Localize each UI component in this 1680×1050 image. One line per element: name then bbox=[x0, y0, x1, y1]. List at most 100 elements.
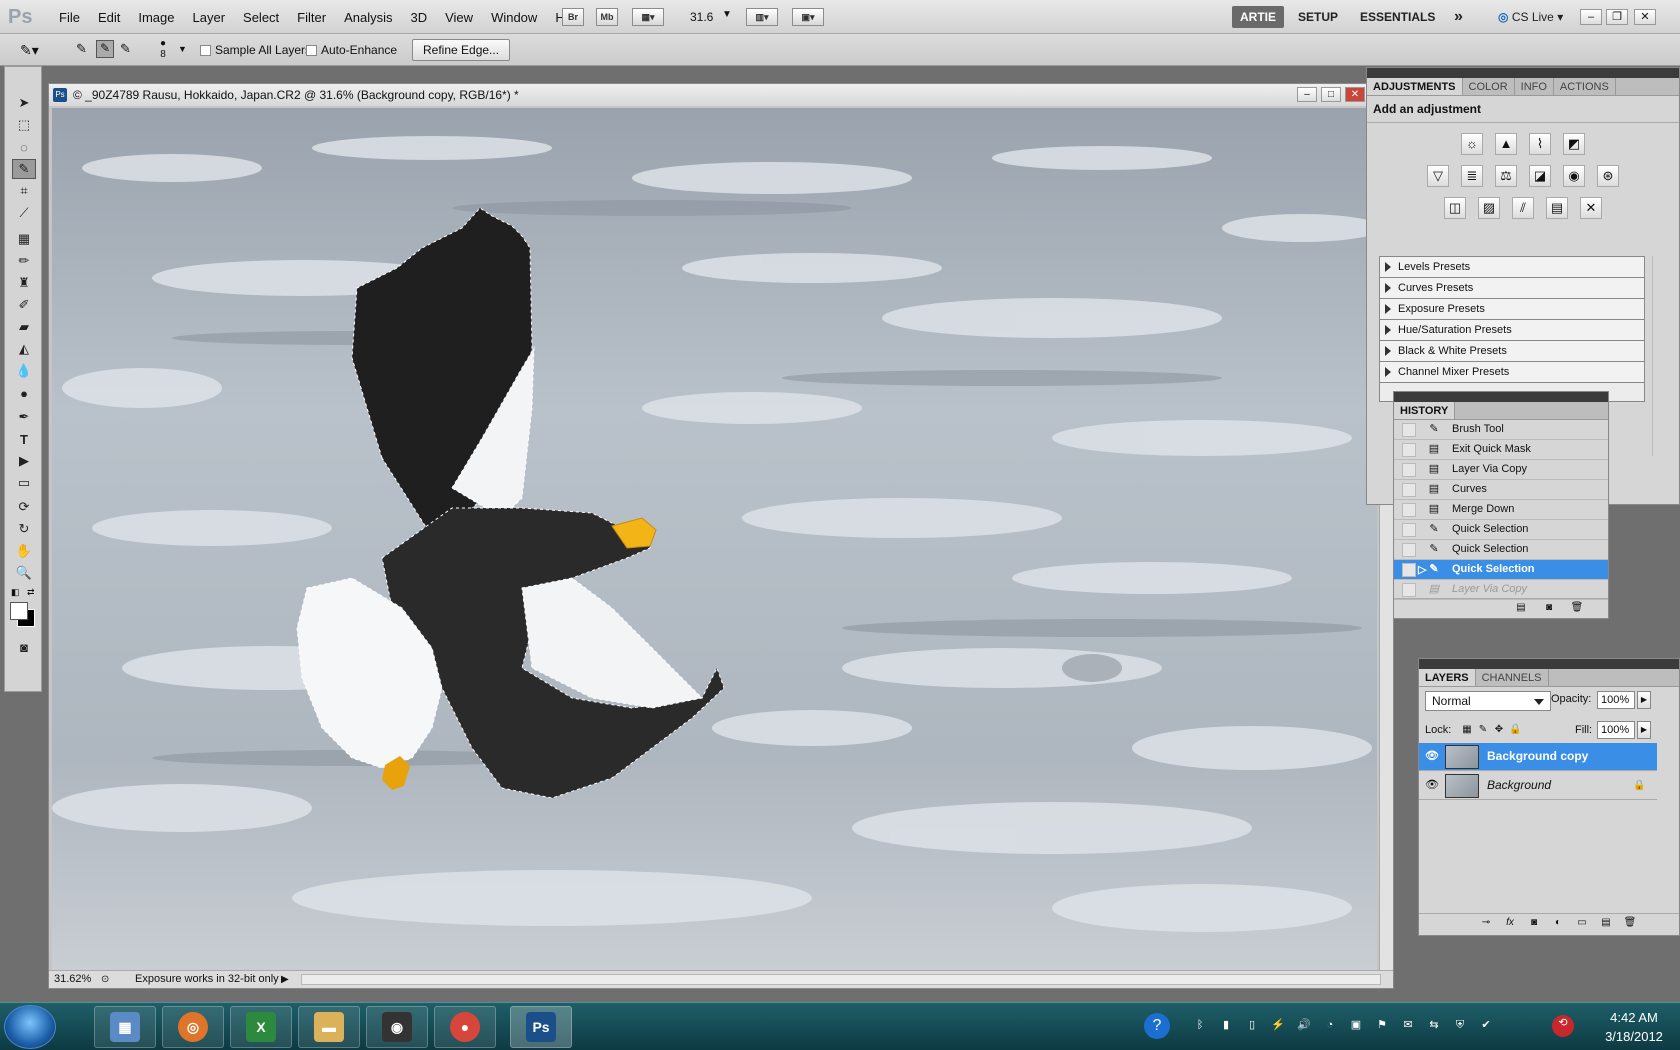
posterize-icon[interactable]: ▨ bbox=[1478, 197, 1500, 219]
tab-adjustments[interactable]: ADJUSTMENTS bbox=[1367, 78, 1463, 95]
start-button[interactable] bbox=[4, 1005, 56, 1049]
paint-bucket-tool-icon[interactable]: ◭ bbox=[12, 339, 36, 359]
menu-select[interactable]: Select bbox=[234, 10, 288, 25]
message-icon[interactable]: ✉ bbox=[1400, 1017, 1416, 1033]
add-to-selection-icon[interactable]: ✎ bbox=[96, 40, 114, 58]
history-item[interactable]: ✎ Quick Selection bbox=[1394, 520, 1608, 540]
auto-enhance-checkbox[interactable]: Auto-Enhance bbox=[306, 43, 397, 57]
photo-filter-icon[interactable]: ◉ bbox=[1563, 165, 1585, 187]
history-item[interactable]: ▤ Curves bbox=[1394, 480, 1608, 500]
preset-hue-saturation[interactable]: Hue/Saturation Presets bbox=[1380, 320, 1644, 341]
doc-maximize-button[interactable]: □ bbox=[1321, 87, 1341, 102]
snapshot-box[interactable] bbox=[1402, 523, 1416, 537]
layer-row[interactable]: 👁 Background copy bbox=[1419, 743, 1657, 771]
help-icon[interactable]: ? bbox=[1144, 1013, 1170, 1039]
history-item[interactable]: ▤ Exit Quick Mask bbox=[1394, 440, 1608, 460]
preset-channel-mixer[interactable]: Channel Mixer Presets bbox=[1380, 362, 1644, 383]
minimize-button[interactable]: – bbox=[1580, 9, 1602, 25]
layer-name[interactable]: Background bbox=[1487, 772, 1551, 799]
preset-levels[interactable]: Levels Presets bbox=[1380, 257, 1644, 278]
close-button[interactable]: ✕ bbox=[1634, 9, 1656, 25]
power-plug-icon[interactable]: ⚡ bbox=[1270, 1017, 1286, 1033]
levels-icon[interactable]: ▲ bbox=[1495, 133, 1517, 155]
volume-icon[interactable]: 🔊 bbox=[1296, 1017, 1312, 1033]
zoom-dropdown-icon[interactable]: ▼ bbox=[722, 9, 732, 20]
blur-tool-icon[interactable]: 💧 bbox=[12, 361, 36, 381]
type-tool-icon[interactable]: T bbox=[12, 429, 36, 449]
checkbox-box[interactable] bbox=[306, 44, 317, 56]
healing-brush-tool-icon[interactable]: ▦ bbox=[12, 229, 36, 249]
new-document-from-state-icon[interactable]: ▤ bbox=[1514, 602, 1528, 615]
status-menu-icon[interactable]: ⊙ bbox=[101, 971, 109, 988]
layer-row[interactable]: 👁 Background 🔒 bbox=[1419, 772, 1657, 800]
eyedropper-tool-icon[interactable]: ⟋ bbox=[12, 203, 36, 223]
lock-transparency-icon[interactable]: ▦ bbox=[1461, 724, 1473, 736]
lock-pixels-icon[interactable]: ✎ bbox=[1477, 724, 1489, 736]
lasso-tool-icon[interactable]: ◌ bbox=[12, 137, 36, 157]
blend-mode-select[interactable]: Normal bbox=[1425, 691, 1551, 711]
doc-minimize-button[interactable]: – bbox=[1297, 87, 1317, 102]
menu-filter[interactable]: Filter bbox=[288, 10, 335, 25]
app-tray-icon[interactable]: ✔ bbox=[1478, 1017, 1494, 1033]
move-tool-icon[interactable]: ➤ bbox=[12, 93, 36, 113]
layer-style-icon[interactable]: fx bbox=[1503, 917, 1517, 930]
opacity-arrow-icon[interactable]: ▶ bbox=[1637, 691, 1651, 709]
threshold-icon[interactable]: ⫽ bbox=[1512, 197, 1534, 219]
tab-history[interactable]: HISTORY bbox=[1394, 402, 1456, 419]
3d-orbit-tool-icon[interactable]: ↻ bbox=[12, 519, 36, 539]
menu-window[interactable]: Window bbox=[482, 10, 546, 25]
history-brush-tool-icon[interactable]: ✐ bbox=[12, 295, 36, 315]
gradient-map-icon[interactable]: ▤ bbox=[1546, 197, 1568, 219]
menu-layer[interactable]: Layer bbox=[184, 10, 235, 25]
restore-button[interactable]: ❐ bbox=[1606, 9, 1628, 25]
snapshot-box[interactable] bbox=[1402, 583, 1416, 597]
camera-app-taskbar-button[interactable]: ◉ bbox=[366, 1006, 428, 1048]
clone-stamp-tool-icon[interactable]: ♜ bbox=[12, 273, 36, 293]
tab-actions[interactable]: ACTIONS bbox=[1554, 78, 1616, 95]
screen-mode-icon[interactable]: ▣▾ bbox=[792, 8, 824, 26]
chrome-taskbar-button[interactable]: ● bbox=[434, 1006, 496, 1048]
adjustment-layer-icon[interactable]: ◐ bbox=[1551, 917, 1565, 930]
preset-black-white[interactable]: Black & White Presets bbox=[1380, 341, 1644, 362]
bridge-button[interactable]: Br bbox=[562, 8, 584, 26]
action-center-flag-icon[interactable]: ⚑ bbox=[1374, 1017, 1390, 1033]
panel-grip[interactable] bbox=[1367, 68, 1679, 78]
zoom-tool-icon[interactable]: 🔍 bbox=[12, 563, 36, 583]
tab-channels[interactable]: CHANNELS bbox=[1476, 669, 1549, 686]
eraser-tool-icon[interactable]: ▰ bbox=[12, 317, 36, 337]
fill-field[interactable]: 100% bbox=[1597, 721, 1635, 739]
system-clock[interactable]: 4:42 AM 3/18/2012 bbox=[1592, 1008, 1676, 1046]
wifi-icon[interactable]: ◔ bbox=[1322, 1017, 1338, 1033]
photoshop-taskbar-button[interactable]: Ps bbox=[510, 1006, 572, 1048]
document-title-bar[interactable]: Ps © _90Z4789 Rausu, Hokkaido, Japan.CR2… bbox=[49, 84, 1393, 106]
snapshot-box[interactable] bbox=[1402, 443, 1416, 457]
history-item[interactable]: ✎ Quick Selection bbox=[1394, 540, 1608, 560]
selective-color-icon[interactable]: ✕ bbox=[1580, 197, 1602, 219]
horizontal-scrollbar[interactable] bbox=[301, 974, 1381, 985]
battery-icon[interactable]: ▯ bbox=[1244, 1017, 1260, 1033]
snapshot-box[interactable] bbox=[1402, 503, 1416, 517]
snapshot-box[interactable] bbox=[1402, 563, 1416, 577]
preset-curves[interactable]: Curves Presets bbox=[1380, 278, 1644, 299]
tool-preset-picker-icon[interactable]: ✎▾ bbox=[20, 42, 39, 59]
history-item-undone[interactable]: ▤ Layer Via Copy bbox=[1394, 580, 1608, 600]
network-signal-icon[interactable]: ▮ bbox=[1218, 1017, 1234, 1033]
subtract-from-selection-icon[interactable]: ✎ bbox=[120, 41, 131, 57]
menu-3d[interactable]: 3D bbox=[401, 10, 436, 25]
dodge-tool-icon[interactable]: ● bbox=[12, 383, 36, 403]
tab-layers[interactable]: LAYERS bbox=[1419, 669, 1476, 686]
curves-icon[interactable]: ⌇ bbox=[1529, 133, 1551, 155]
new-group-icon[interactable]: ▭ bbox=[1575, 917, 1589, 930]
lock-position-icon[interactable]: ✥ bbox=[1493, 724, 1505, 736]
snapshot-box[interactable] bbox=[1402, 423, 1416, 437]
trash-icon[interactable]: 🗑 bbox=[1570, 602, 1584, 615]
new-selection-icon[interactable]: ✎ bbox=[76, 41, 87, 57]
image-canvas[interactable] bbox=[52, 108, 1377, 972]
new-layer-icon[interactable]: ▤ bbox=[1599, 917, 1613, 930]
quick-selection-tool-icon[interactable]: ✎ bbox=[12, 159, 36, 179]
workspace-essentials[interactable]: ESSENTIALS bbox=[1352, 6, 1443, 28]
foreground-color-swatch[interactable] bbox=[10, 602, 28, 620]
hand-tool-icon[interactable]: ✋ bbox=[12, 541, 36, 561]
history-item[interactable]: ✎ Brush Tool bbox=[1394, 420, 1608, 440]
snapshot-box[interactable] bbox=[1402, 483, 1416, 497]
